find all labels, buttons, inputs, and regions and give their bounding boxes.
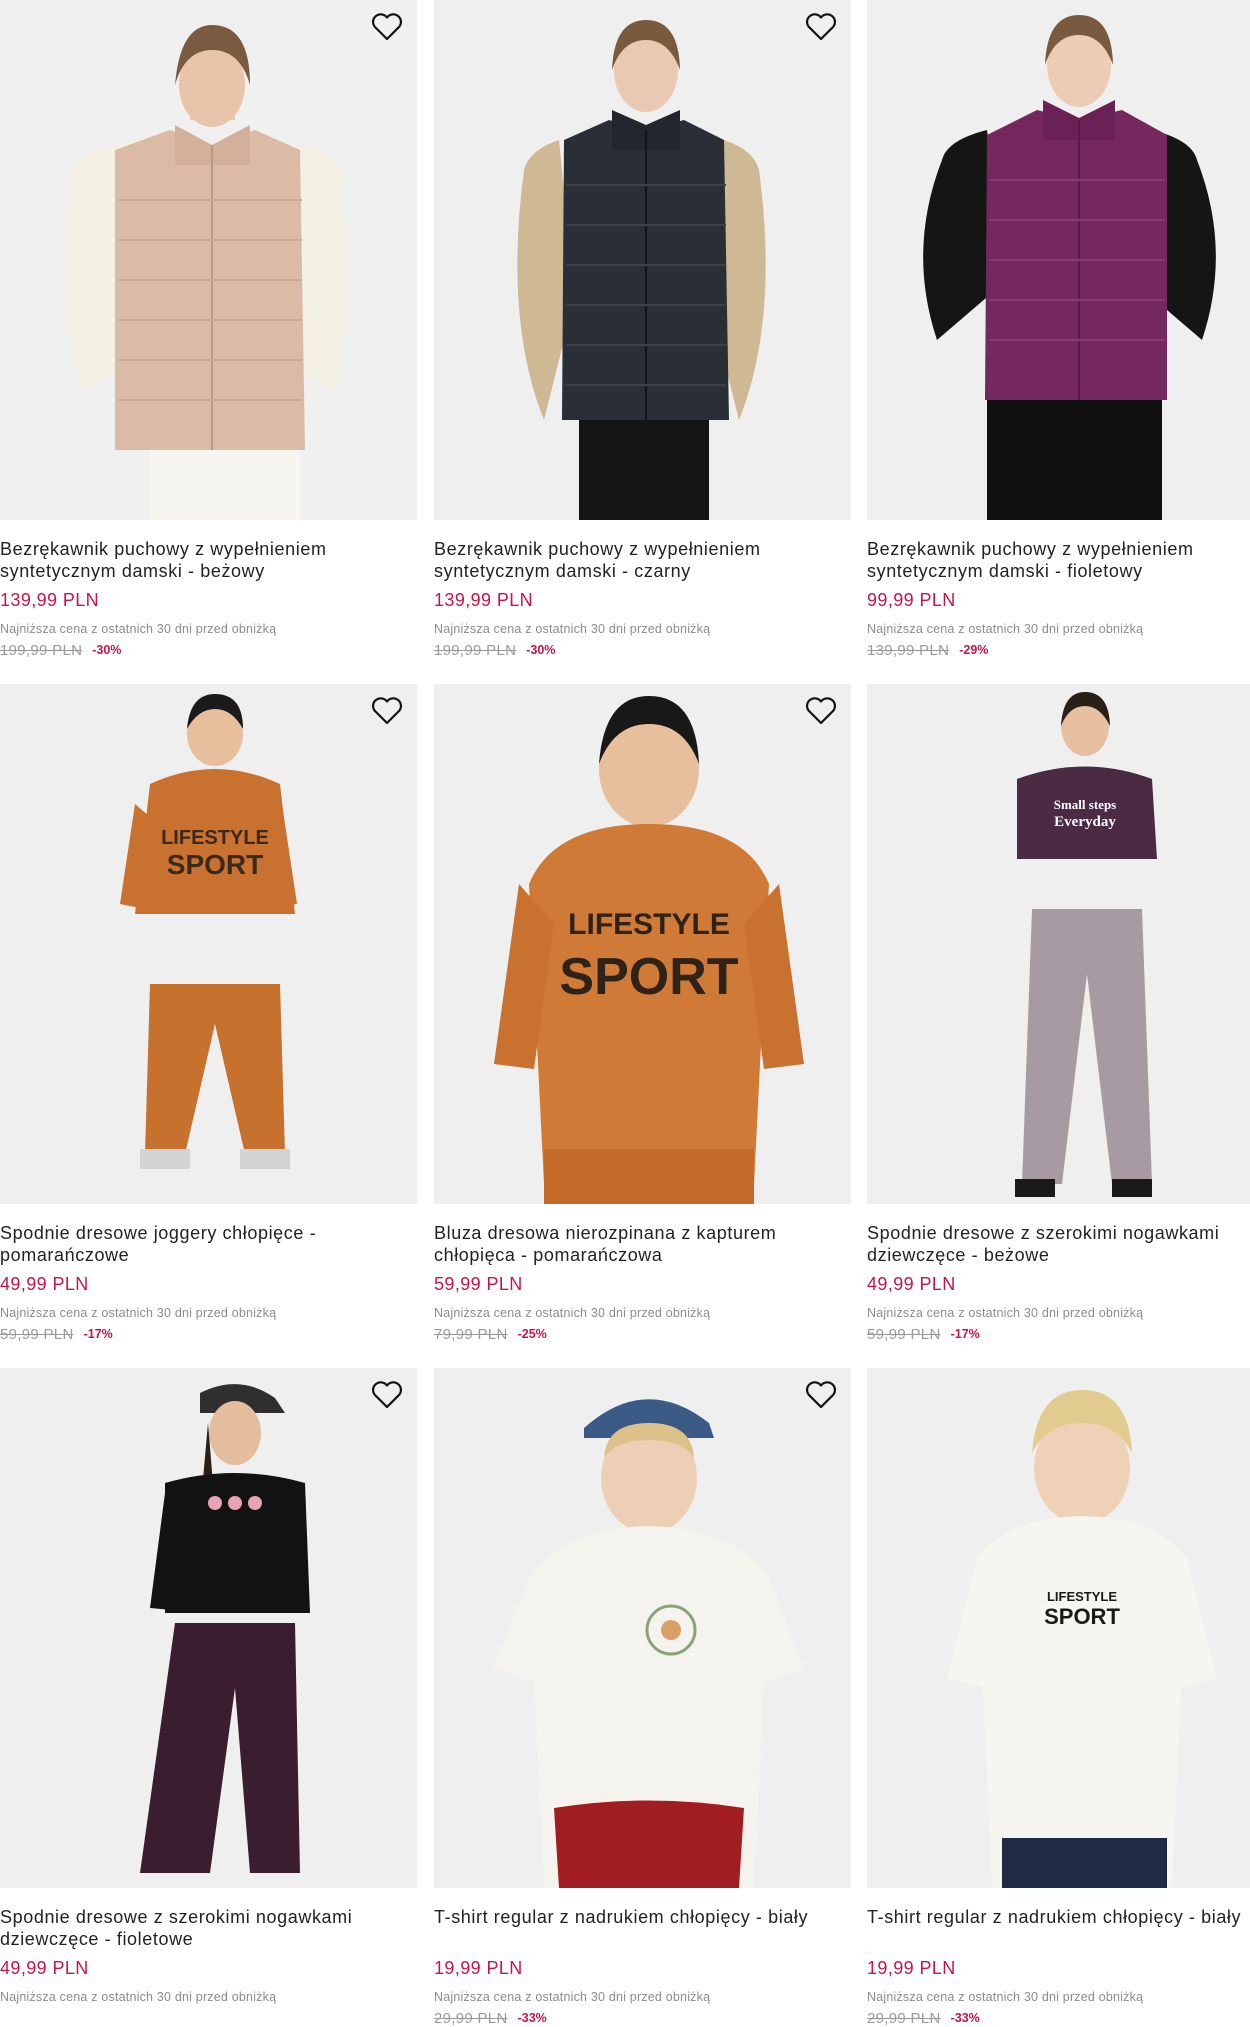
old-price: 199,99 PLN xyxy=(434,641,517,659)
old-price: 29,99 PLN xyxy=(434,2009,508,2027)
old-price: 199,99 PLN xyxy=(0,641,83,659)
svg-text:SPORT: SPORT xyxy=(167,849,263,880)
discount-badge: -30% xyxy=(92,643,122,657)
discount-badge: -17% xyxy=(950,1327,980,1341)
old-price-row: 79,99 PLN -25% xyxy=(434,1325,851,1343)
product-price: 99,99 PLN xyxy=(867,590,956,610)
product-photo-joggers-orange: LIFESTYLE SPORT xyxy=(0,684,417,1204)
svg-text:Everyday: Everyday xyxy=(1054,814,1116,830)
heart-icon xyxy=(371,1381,403,1409)
product-price: 19,99 PLN xyxy=(434,1958,523,1978)
product-photo-hoodie-orange: LIFESTYLE SPORT xyxy=(434,684,851,1204)
svg-text:LIFESTYLE: LIFESTYLE xyxy=(568,908,730,941)
old-price-row: 199,99 PLN -30% xyxy=(0,641,417,659)
product-title[interactable]: T-shirt regular z nadrukiem chłopięcy - … xyxy=(434,1906,851,1950)
old-price-row: 29,99 PLN -33% xyxy=(867,2009,1250,2027)
discount-badge: -30% xyxy=(526,643,556,657)
old-price-row: 29,99 PLN -33% xyxy=(434,2009,851,2027)
product-image[interactable] xyxy=(0,0,417,520)
product-price: 49,99 PLN xyxy=(0,1274,89,1294)
product-price: 139,99 PLN xyxy=(434,590,534,610)
old-price-row: 59,99 PLN -17% xyxy=(867,1325,1250,1343)
product-grid: Bezrękawnik puchowy z wypełnieniem synte… xyxy=(0,0,1250,2027)
lowest-price-note: Najniższa cena z ostatnich 30 dni przed … xyxy=(0,1306,277,1320)
lowest-price-note: Najniższa cena z ostatnich 30 dni przed … xyxy=(867,1306,1144,1320)
svg-text:LIFESTYLE: LIFESTYLE xyxy=(1047,1589,1117,1604)
product-photo-tshirt-white-print xyxy=(434,1368,851,1888)
product-price: 59,99 PLN xyxy=(434,1274,523,1294)
product-photo-vest-black xyxy=(434,0,851,520)
product-card[interactable]: Bezrękawnik puchowy z wypełnieniem synte… xyxy=(434,0,851,659)
product-price: 49,99 PLN xyxy=(0,1958,89,1978)
product-price: 19,99 PLN xyxy=(867,1958,956,1978)
old-price: 59,99 PLN xyxy=(867,1325,941,1343)
old-price-row: 59,99 PLN -17% xyxy=(0,1325,417,1343)
product-card[interactable]: Small steps Everyday Spodnie dresowe z s… xyxy=(867,684,1250,1343)
product-image[interactable] xyxy=(0,1368,417,1888)
add-to-wishlist-button[interactable] xyxy=(803,1378,839,1412)
product-title[interactable]: Bezrękawnik puchowy z wypełnieniem synte… xyxy=(0,538,417,582)
product-photo-tshirt-white-sport: LIFESTYLE SPORT xyxy=(867,1368,1250,1888)
svg-text:Small steps: Small steps xyxy=(1054,797,1116,812)
product-photo-wide-pants-purple xyxy=(0,1368,417,1888)
product-title[interactable]: Bluza dresowa nierozpinana z kapturem ch… xyxy=(434,1222,851,1266)
product-title[interactable]: Spodnie dresowe z szerokimi nogawkami dz… xyxy=(867,1222,1250,1266)
discount-badge: -33% xyxy=(517,2011,547,2025)
product-title[interactable]: Bezrękawnik puchowy z wypełnieniem synte… xyxy=(434,538,851,582)
old-price-row: 199,99 PLN -30% xyxy=(434,641,851,659)
product-photo-vest-purple xyxy=(867,0,1250,520)
heart-icon xyxy=(371,13,403,41)
product-image[interactable] xyxy=(434,1368,851,1888)
discount-badge: -33% xyxy=(950,2011,980,2025)
svg-text:SPORT: SPORT xyxy=(559,948,738,1006)
product-photo-vest-beige xyxy=(0,0,417,520)
lowest-price-note: Najniższa cena z ostatnich 30 dni przed … xyxy=(434,1306,711,1320)
product-image[interactable] xyxy=(867,0,1250,520)
product-image[interactable] xyxy=(434,0,851,520)
lowest-price-note: Najniższa cena z ostatnich 30 dni przed … xyxy=(434,622,711,636)
heart-icon xyxy=(805,1381,837,1409)
discount-badge: -29% xyxy=(959,643,989,657)
product-card[interactable]: LIFESTYLE SPORT Spodnie dresowe joggery … xyxy=(0,684,417,1343)
product-image[interactable]: Small steps Everyday xyxy=(867,684,1250,1204)
product-card[interactable]: LIFESTYLE SPORT Bluza dresowa nierozpina… xyxy=(434,684,851,1343)
lowest-price-note: Najniższa cena z ostatnich 30 dni przed … xyxy=(867,1990,1144,2004)
product-image[interactable]: LIFESTYLE SPORT xyxy=(434,684,851,1204)
add-to-wishlist-button[interactable] xyxy=(369,10,405,44)
heart-icon xyxy=(371,697,403,725)
old-price: 59,99 PLN xyxy=(0,1325,74,1343)
product-card[interactable]: LIFESTYLE SPORT T-shirt regular z nadruk… xyxy=(867,1368,1250,2027)
heart-icon xyxy=(805,697,837,725)
product-price: 139,99 PLN xyxy=(0,590,100,610)
product-title[interactable]: Bezrękawnik puchowy z wypełnieniem synte… xyxy=(867,538,1250,582)
product-price: 49,99 PLN xyxy=(867,1274,956,1294)
svg-text:SPORT: SPORT xyxy=(1044,1604,1120,1629)
product-title[interactable]: T-shirt regular z nadrukiem chłopięcy - … xyxy=(867,1906,1250,1950)
product-photo-wide-pants-beige: Small steps Everyday xyxy=(867,684,1250,1204)
product-title[interactable]: Spodnie dresowe joggery chłopięce - poma… xyxy=(0,1222,417,1266)
discount-badge: -17% xyxy=(83,1327,113,1341)
add-to-wishlist-button[interactable] xyxy=(369,1378,405,1412)
product-image[interactable]: LIFESTYLE SPORT xyxy=(867,1368,1250,1888)
product-card[interactable]: Spodnie dresowe z szerokimi nogawkami dz… xyxy=(0,1368,417,2006)
product-card[interactable]: T-shirt regular z nadrukiem chłopięcy - … xyxy=(434,1368,851,2027)
product-image[interactable]: LIFESTYLE SPORT xyxy=(0,684,417,1204)
heart-icon xyxy=(805,13,837,41)
product-card[interactable]: Bezrękawnik puchowy z wypełnieniem synte… xyxy=(0,0,417,659)
old-price: 79,99 PLN xyxy=(434,1325,508,1343)
add-to-wishlist-button[interactable] xyxy=(803,694,839,728)
old-price: 29,99 PLN xyxy=(867,2009,941,2027)
product-title[interactable]: Spodnie dresowe z szerokimi nogawkami dz… xyxy=(0,1906,417,1950)
discount-badge: -25% xyxy=(517,1327,547,1341)
lowest-price-note: Najniższa cena z ostatnich 30 dni przed … xyxy=(0,1990,277,2004)
add-to-wishlist-button[interactable] xyxy=(369,694,405,728)
old-price-row: 139,99 PLN -29% xyxy=(867,641,1250,659)
product-card[interactable]: Bezrękawnik puchowy z wypełnieniem synte… xyxy=(867,0,1250,659)
lowest-price-note: Najniższa cena z ostatnich 30 dni przed … xyxy=(0,622,277,636)
add-to-wishlist-button[interactable] xyxy=(803,10,839,44)
old-price: 139,99 PLN xyxy=(867,641,950,659)
lowest-price-note: Najniższa cena z ostatnich 30 dni przed … xyxy=(434,1990,711,2004)
svg-text:LIFESTYLE: LIFESTYLE xyxy=(161,827,269,849)
lowest-price-note: Najniższa cena z ostatnich 30 dni przed … xyxy=(867,622,1144,636)
